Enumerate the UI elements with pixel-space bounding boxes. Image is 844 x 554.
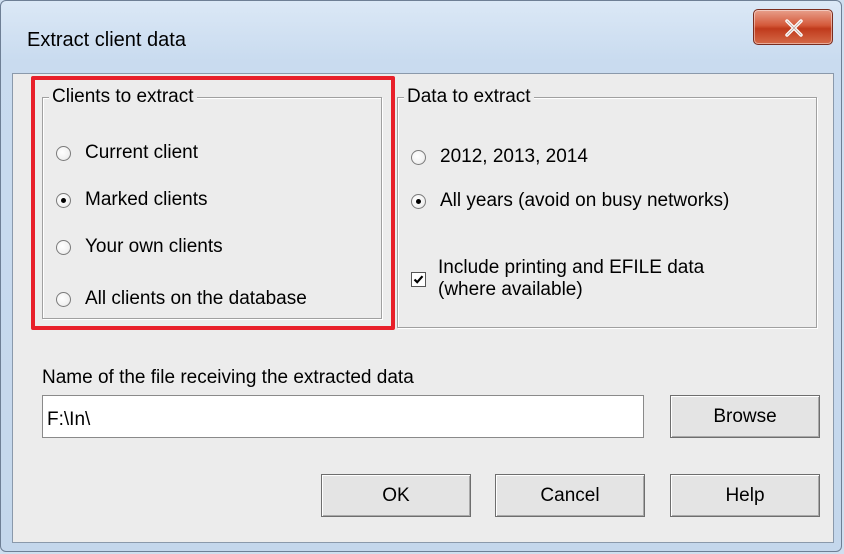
dialog-window: Extract client data Clients to extract C… — [0, 0, 842, 552]
data-group-legend: Data to extract — [404, 86, 534, 108]
red-highlight-box — [31, 76, 395, 330]
radio-button-selected-icon — [411, 193, 426, 209]
radio-button-icon — [411, 149, 426, 165]
include-printing-checkbox[interactable]: Include printing and EFILE data (where a… — [411, 257, 704, 301]
radio-label: All years (avoid on busy networks) — [440, 190, 730, 211]
ok-button[interactable]: OK — [321, 474, 471, 517]
checkbox — [411, 271, 426, 287]
cancel-button[interactable]: Cancel — [495, 474, 645, 517]
window-title: Extract client data — [27, 29, 186, 51]
browse-button[interactable]: Browse — [670, 395, 820, 438]
dialog-body: Clients to extract Current client Marked… — [12, 73, 834, 543]
help-button[interactable]: Help — [670, 474, 820, 517]
close-button[interactable] — [753, 9, 833, 45]
checkbox-label-line1: Include printing and EFILE data — [438, 257, 705, 278]
close-icon — [785, 19, 803, 37]
checkmark-icon — [413, 274, 424, 284]
radio-all-years[interactable]: All years (avoid on busy networks) — [411, 190, 729, 212]
checkbox-label: Include printing and EFILE data (where a… — [438, 257, 704, 301]
radio-years-2012-2014[interactable]: 2012, 2013, 2014 — [411, 146, 588, 168]
title-bar: Extract client data — [1, 1, 841, 75]
file-name-input[interactable] — [42, 395, 644, 438]
checkbox-label-line2: (where available) — [438, 279, 583, 300]
radio-label: 2012, 2013, 2014 — [440, 146, 588, 167]
file-name-label: Name of the file receiving the extracted… — [42, 367, 414, 388]
